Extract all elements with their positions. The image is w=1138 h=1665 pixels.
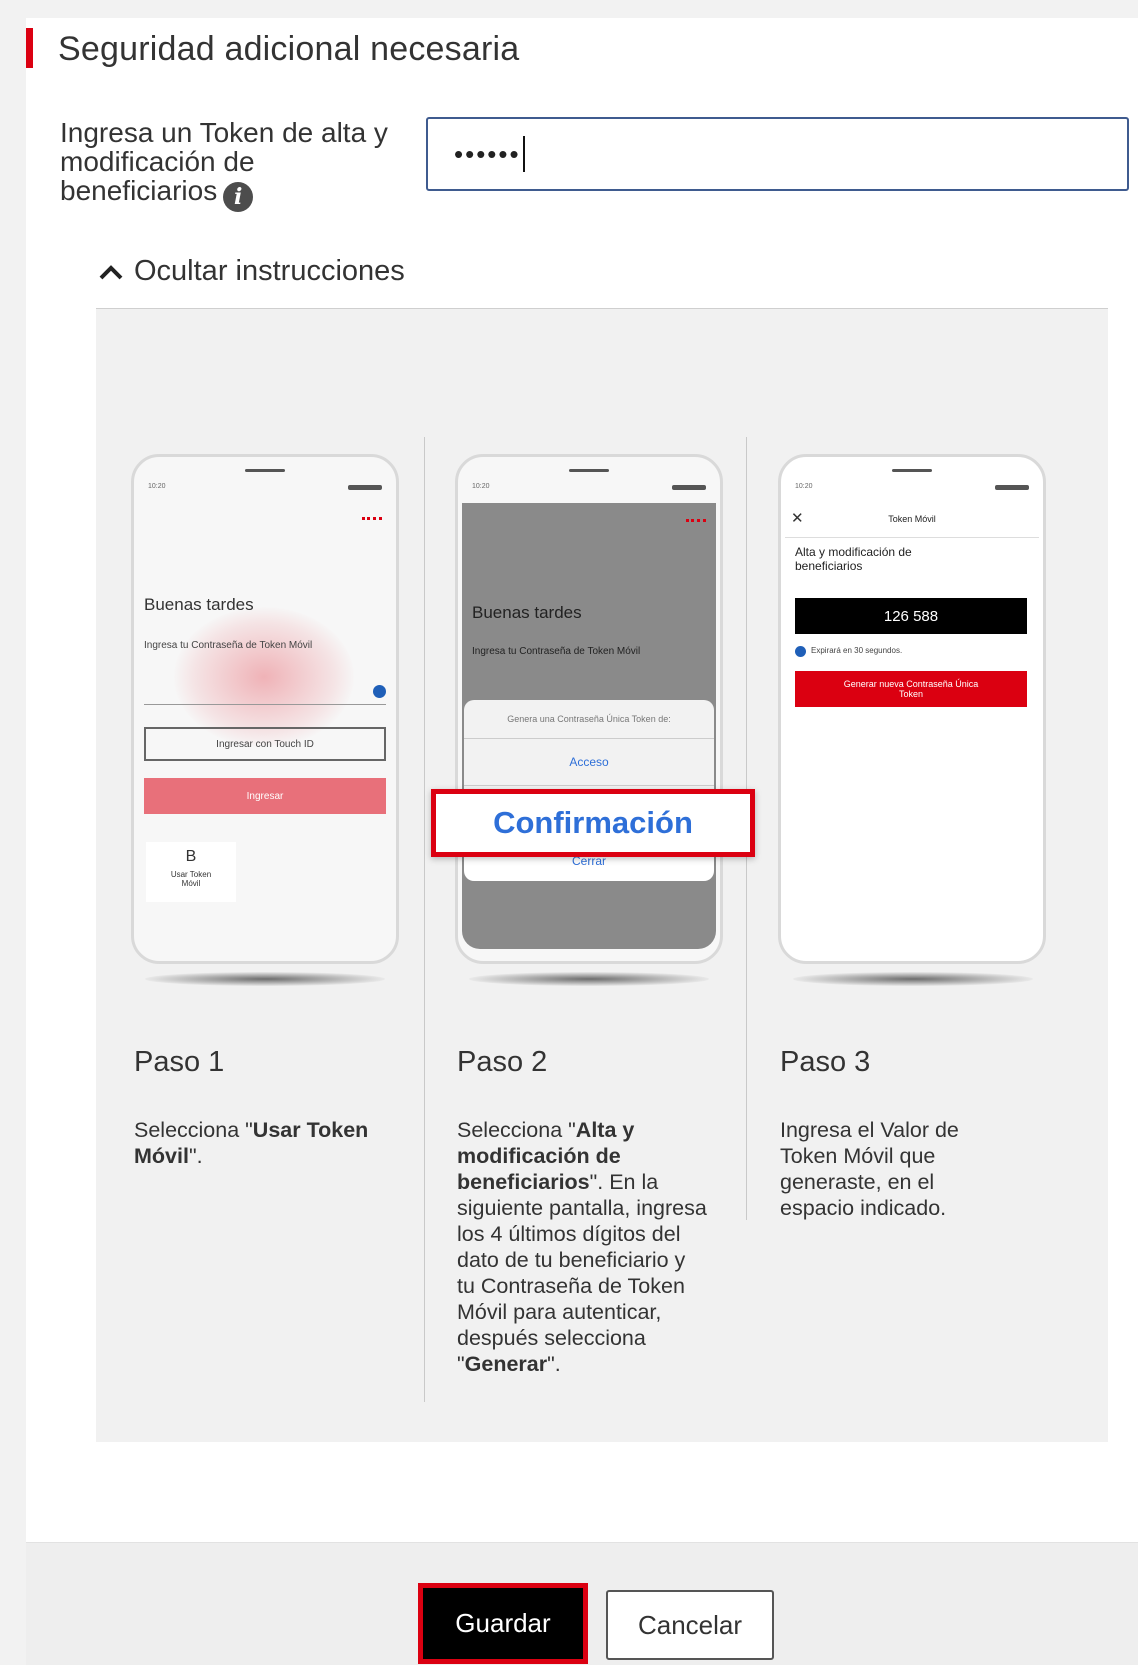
brand-logo-watermark bbox=[174, 607, 354, 747]
step-divider-1 bbox=[424, 437, 425, 1402]
step1-prompt: Ingresa tu Contraseña de Token Móvil bbox=[144, 640, 313, 651]
step3-description: Ingresa el Valor de Token Móvil que gene… bbox=[780, 1118, 959, 1220]
step3-generate-button: Generar nueva Contraseña Única Token bbox=[795, 671, 1027, 707]
hide-instructions-label: Ocultar instrucciones bbox=[134, 255, 405, 287]
step3-header: Token Móvil bbox=[888, 514, 936, 524]
menu-dots-icon bbox=[362, 517, 382, 523]
save-button[interactable]: Guardar bbox=[418, 1583, 588, 1664]
step1-description: Selecciona "Usar Token Móvil". bbox=[134, 1118, 369, 1168]
step1-token-tile: B Usar Token Móvil bbox=[146, 842, 236, 902]
step2-prompt: Ingresa tu Contraseña de Token Móvil bbox=[472, 646, 641, 657]
step1-greeting: Buenas tardes bbox=[144, 595, 254, 614]
step3-subtitle: Alta y modificación de beneficiarios bbox=[795, 545, 912, 573]
dialog-title: Seguridad adicional necesaria bbox=[58, 30, 520, 68]
step1-title: Paso 1 bbox=[134, 1046, 225, 1078]
step2-greeting: Buenas tardes bbox=[472, 603, 582, 622]
step1-touch-button: Ingresar con Touch ID bbox=[144, 727, 386, 761]
hide-instructions-toggle[interactable]: Ocultar instrucciones bbox=[98, 255, 405, 288]
step2-title: Paso 2 bbox=[457, 1046, 548, 1078]
step3-expiry: Expirará en 30 segundos. bbox=[811, 646, 903, 655]
token-input[interactable]: •••••• bbox=[426, 117, 1129, 191]
confirmation-highlight: Confirmación bbox=[431, 789, 755, 857]
info-icon bbox=[795, 646, 806, 657]
token-label: Ingresa un Token de alta y modificación … bbox=[60, 118, 390, 212]
step3-phone-image: 10:20 ✕ Token Móvil Alta y modificación … bbox=[778, 454, 1046, 964]
info-icon[interactable]: i bbox=[223, 182, 254, 212]
token-input-value: •••••• bbox=[454, 138, 521, 169]
step3-title: Paso 3 bbox=[780, 1046, 871, 1078]
step2-phone-image: 10:20 Buenas tardes Ingresa tu Contraseñ… bbox=[455, 454, 723, 964]
chevron-up-icon bbox=[99, 264, 123, 279]
help-icon bbox=[373, 685, 386, 698]
step3-token-code: 126 588 bbox=[795, 598, 1027, 634]
title-accent-bar bbox=[26, 28, 33, 68]
step2-description: Selecciona "Alta y modificación de benef… bbox=[457, 1118, 707, 1376]
cancel-button[interactable]: Cancelar bbox=[606, 1590, 774, 1660]
step1-login-button: Ingresar bbox=[144, 778, 386, 814]
text-caret bbox=[522, 136, 525, 172]
step1-phone-image: 10:20 Buenas tardes Ingresa tu Contraseñ… bbox=[131, 454, 399, 964]
